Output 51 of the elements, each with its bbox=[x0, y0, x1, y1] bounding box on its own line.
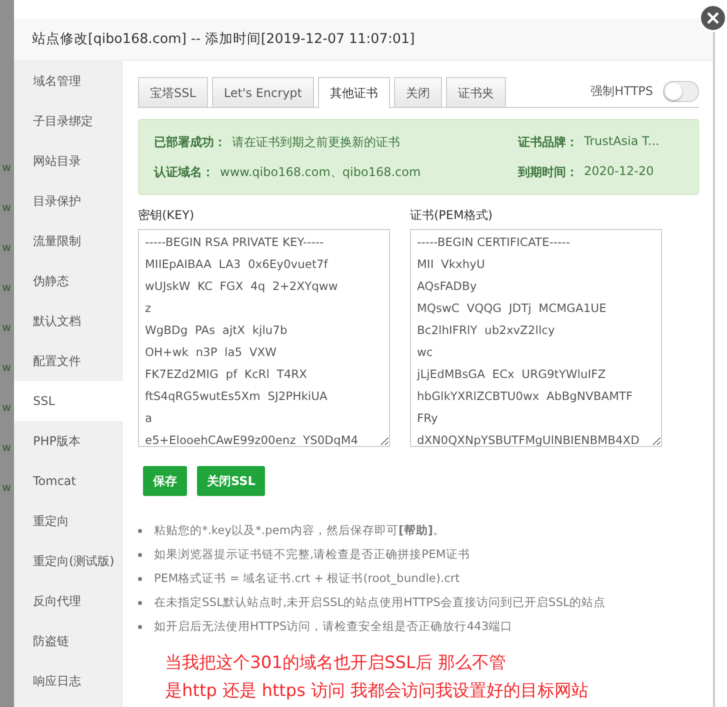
sidebar-item[interactable]: 响应日志 bbox=[14, 661, 123, 701]
sidebar-item[interactable]: 重定向(测试版) bbox=[14, 541, 123, 581]
help-note: 在未指定SSL默认站点时,未开启SSL的站点使用HTTPS会直接访问到已开启SSL的站点 bbox=[154, 595, 606, 610]
sidebar-item[interactable]: SSL bbox=[14, 381, 123, 421]
help-note: PEM格式证书 = 域名证书.crt + 根证书(root_bundle).crt bbox=[154, 571, 460, 586]
sidebar-item[interactable]: 配置文件 bbox=[14, 341, 123, 381]
tab[interactable]: 其他证书 bbox=[318, 77, 390, 108]
sidebar-item[interactable]: 目录保护 bbox=[14, 181, 123, 221]
brand-label: 证书品牌： bbox=[518, 134, 578, 150]
dialog-title: 站点修改[qibo168.com] -- 添加时间[2019-12-07 11:07:01] bbox=[32, 30, 415, 48]
tab[interactable]: 宝塔SSL bbox=[138, 77, 208, 107]
help-note: 粘贴您的*.key以及*.pem内容，然后保存即可[帮助]。 bbox=[154, 523, 446, 538]
certificate-label: 证书(PEM格式) bbox=[410, 207, 494, 224]
expiry-text: 2020-12-20 bbox=[584, 164, 654, 180]
sidebar-item[interactable]: 默认文档 bbox=[14, 301, 123, 341]
deployed-text: 请在证书到期之前更换新的证书 bbox=[232, 134, 400, 150]
sidebar-item[interactable]: 流量限制 bbox=[14, 221, 123, 261]
tab[interactable]: Let's Encrypt bbox=[212, 77, 314, 107]
background-text: w bbox=[2, 280, 12, 295]
background-text: w bbox=[2, 440, 12, 455]
background-text: w bbox=[2, 400, 12, 415]
background-text: w bbox=[2, 360, 12, 375]
annotation-text: 是http 还是 https 访问 我都会访问我设置好的目标网站 bbox=[165, 680, 590, 703]
toggle-switch[interactable] bbox=[663, 81, 699, 102]
deployed-label: 已部署成功： bbox=[154, 134, 226, 150]
sidebar-item[interactable]: 反向代理 bbox=[14, 581, 123, 621]
sidebar-item[interactable]: 网站目录 bbox=[14, 141, 123, 181]
sidebar-item[interactable]: 重定向 bbox=[14, 501, 123, 541]
tab[interactable]: 证书夹 bbox=[446, 77, 506, 107]
background-text: w bbox=[2, 200, 12, 215]
tab[interactable]: 关闭 bbox=[394, 77, 442, 107]
background-text: w bbox=[2, 480, 12, 495]
sidebar-item[interactable]: PHP版本 bbox=[14, 421, 123, 461]
background-text: w bbox=[2, 320, 12, 335]
domains-label: 认证域名： bbox=[154, 164, 214, 180]
close-icon[interactable] bbox=[699, 4, 727, 32]
sidebar-item[interactable]: 防盗链 bbox=[14, 621, 123, 661]
annotation-text: 当我把这个301的域名也开启SSL后 那么不管 bbox=[165, 652, 507, 675]
background-text: w bbox=[2, 240, 12, 255]
background-text: w bbox=[2, 160, 12, 175]
domains-text: www.qibo168.com、qibo168.com bbox=[220, 164, 421, 180]
expiry-label: 到期时间： bbox=[518, 164, 578, 180]
sidebar-item[interactable]: Tomcat bbox=[14, 461, 123, 501]
sidebar-item[interactable]: 域名管理 bbox=[14, 61, 123, 101]
help-note: 如果浏览器提示证书链不完整,请检查是否正确拼接PEM证书 bbox=[154, 547, 470, 562]
brand-text: TrustAsia T... bbox=[584, 134, 660, 150]
force-https-label: 强制HTTPS bbox=[590, 83, 653, 100]
help-note: 如开启后无法使用HTTPS访问，请检查安全组是否正确放行443端口 bbox=[154, 619, 513, 634]
sidebar-item[interactable]: 子目录绑定 bbox=[14, 101, 123, 141]
key-label: 密钥(KEY) bbox=[138, 207, 196, 224]
sidebar-item[interactable]: 伪静态 bbox=[14, 261, 123, 301]
